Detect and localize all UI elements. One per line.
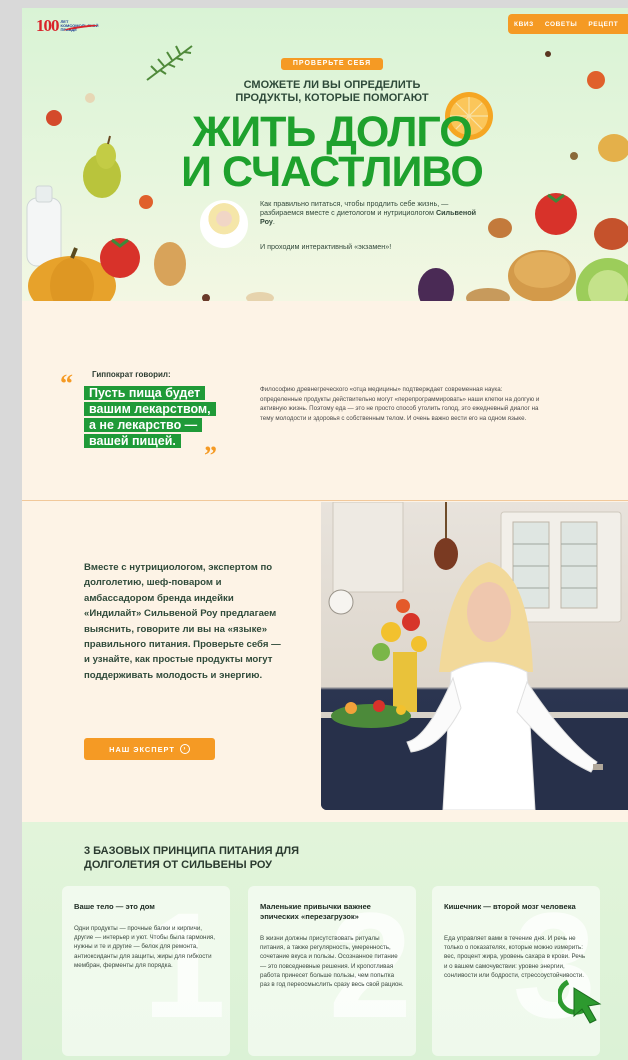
meat-icon	[594, 218, 628, 250]
quote-line: вашей пищей.	[84, 434, 181, 448]
principle-card: 1 Ваше тело — это дом Одни продукты — пр…	[62, 886, 230, 1056]
principles-title: 3 БАЗОВЫХ ПРИНЦИПА ПИТАНИЯ ДЛЯ ДОЛГОЛЕТИ…	[84, 845, 300, 871]
berry-icon	[46, 110, 62, 126]
principle-text: Одни продукты — прочные балки и кирпичи,…	[74, 925, 216, 969]
principle-title: Маленькие привычки важнее эпических «пер…	[260, 902, 371, 921]
principle-card: 3 Кишечник — второй мозг человека Еда уп…	[432, 886, 600, 1056]
expert-photo	[321, 502, 628, 810]
clock-icon	[328, 589, 354, 615]
author-avatar	[200, 200, 248, 248]
pear-icon	[83, 135, 121, 198]
quote-author: Гиппократ говорил:	[92, 370, 171, 379]
expert-section: Вместе с нутрициологом, экспертом по дол…	[22, 502, 628, 822]
principle-title: Кишечник — второй мозг человека	[444, 902, 576, 911]
bread-slice-icon	[466, 288, 510, 301]
arrow-right-icon: ›	[179, 744, 190, 754]
hero-desc-end: .	[272, 217, 275, 226]
close-quote-icon: ”	[204, 441, 217, 470]
our-expert-button[interactable]: НАШ ЭКСПЕРТ ›	[84, 738, 215, 760]
open-quote-icon: “	[60, 369, 73, 398]
cursor-icon	[558, 979, 602, 1024]
hero-description: Как правильно питаться, чтобы продлить с…	[260, 199, 480, 226]
nut-icon	[85, 93, 95, 103]
eggplant-icon	[418, 268, 454, 301]
cabbage-icon	[576, 258, 628, 301]
tomato-icon	[100, 238, 140, 278]
walnut-icon	[598, 134, 628, 162]
seed-icon	[545, 51, 551, 57]
principle-card: 2 Маленькие привычки важнее эпических «п…	[248, 886, 416, 1056]
principle-title: Ваше тело — это дом	[74, 902, 155, 911]
apricot-icon	[139, 195, 153, 209]
expert-description: Вместе с нутрициологом, экспертом по дол…	[84, 560, 284, 683]
rosemary-icon	[146, 45, 193, 81]
check-yourself-badge: ПРОВЕРЬТЕ СЕБЯ	[281, 58, 383, 70]
quote-body: Философию древнегреческого «отца медицин…	[260, 386, 540, 422]
quote-text: Пусть пища будет вашим лекарством, а не …	[84, 385, 234, 449]
hero-desc-text: Как правильно питаться, чтобы продлить с…	[260, 199, 449, 217]
quote-section: “ Гиппократ говорил: Пусть пища будет ва…	[22, 301, 628, 501]
principle-text: Еда управляет вами в течение дня. И речь…	[444, 935, 586, 979]
quote-line: вашим лекарством,	[84, 402, 216, 416]
hero-section: 100 ЛЕТ КОМСОМОЛЬСКОЙ ПРАВДЕ КВИЗ СОВЕТЫ…	[22, 8, 628, 301]
bread-icon	[508, 250, 576, 301]
principles-section: 3 БАЗОВЫХ ПРИНЦИПА ПИТАНИЯ ДЛЯ ДОЛГОЛЕТИ…	[22, 822, 628, 1060]
kitchen-scene	[321, 502, 628, 810]
quote-line: Пусть пища будет	[84, 386, 206, 400]
page: 100 ЛЕТ КОМСОМОЛЬСКОЙ ПРАВДЕ КВИЗ СОВЕТЫ…	[22, 8, 628, 1060]
hero-subtitle: СМОЖЕТЕ ЛИ ВЫ ОПРЕДЕЛИТЬ ПРОДУКТЫ, КОТОР…	[235, 79, 429, 104]
flower-arrangement-icon	[372, 599, 427, 712]
seed-icon	[202, 294, 210, 301]
milk-bottle-icon	[26, 185, 62, 267]
hero-title: ЖИТЬ ДОЛГО И СЧАСТЛИВО	[172, 111, 492, 194]
tomato-icon	[535, 193, 577, 235]
hero-exam-text: И проходим интерактивный «экзамен»!	[260, 242, 392, 251]
potato-icon	[154, 242, 186, 286]
quote-line: а не лекарство —	[84, 418, 203, 432]
apricot-icon	[587, 71, 605, 89]
our-expert-button-label: НАШ ЭКСПЕРТ	[109, 744, 175, 754]
principle-text: В жизни должны присутствовать ритуалы пи…	[260, 935, 404, 989]
hero-title-line2: И СЧАСТЛИВО	[181, 148, 484, 196]
expert-text-name: Сильвеной Роу	[144, 608, 218, 620]
seed-icon	[570, 152, 578, 160]
grain-icon	[246, 292, 274, 301]
nut-icon	[488, 218, 512, 238]
